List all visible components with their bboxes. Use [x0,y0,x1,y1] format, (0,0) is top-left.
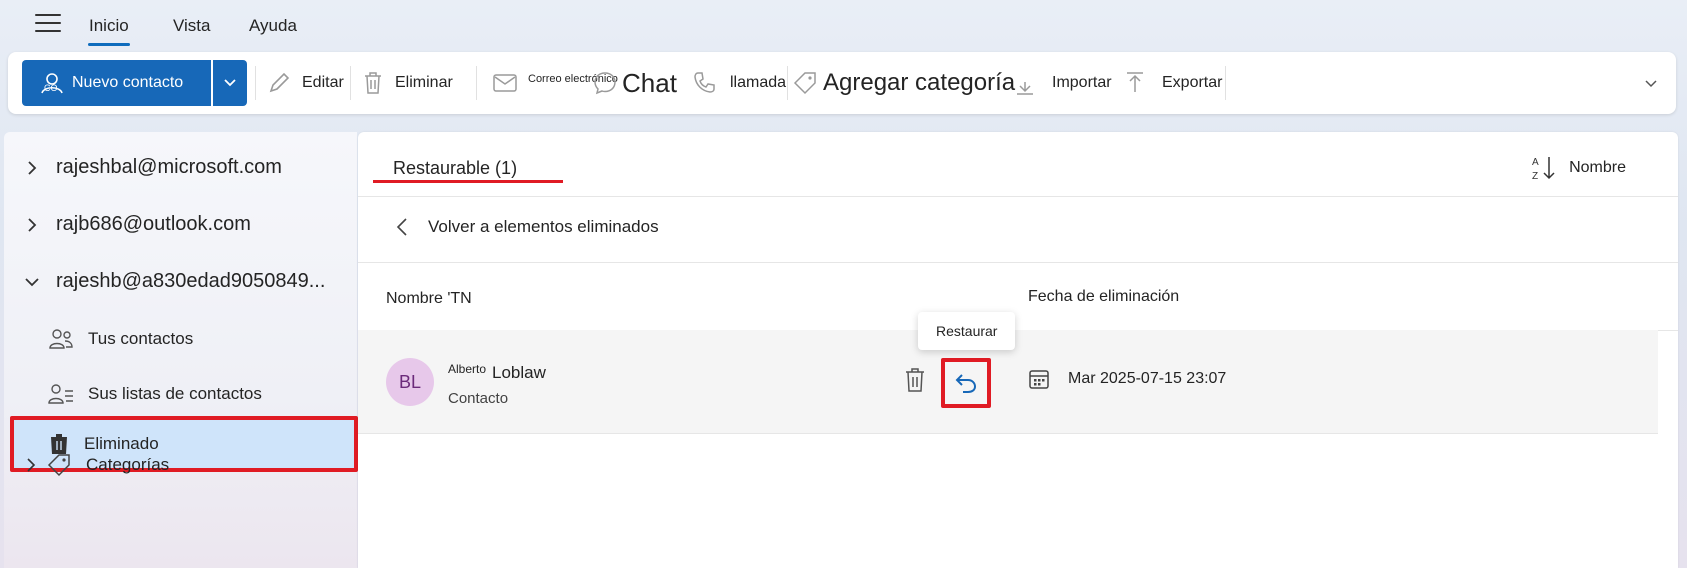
sidebar-item-label: Tus contactos [88,329,194,348]
tab-ayuda[interactable]: Ayuda [249,16,297,36]
sidebar-item-label: Sus listas de contactos [88,384,262,403]
svg-text:Z: Z [1532,171,1538,182]
ribbon-divider [476,66,477,100]
sidebar-item-label: Eliminado [84,434,159,453]
restore-tooltip: Restaurar [918,312,1016,350]
contact-type: Contacto [448,390,509,407]
chevron-down-icon [1645,80,1657,88]
sort-label: Nombre [1569,159,1626,176]
chevron-left-icon [396,218,407,236]
main-panel: Restaurable (1) A Z Nombre Volver a elem… [358,132,1678,568]
tab-inicio[interactable]: Inicio [88,16,130,46]
deleted-date: Mar 2025-07-15 23:07 [1068,370,1227,387]
new-contact-label: Nuevo contacto [72,74,184,91]
import-icon [1017,82,1033,95]
sidebar-account-3[interactable]: rajeshb@a830edad9050849... [24,270,325,293]
edit-label: Editar [302,74,344,91]
menu-bar: Inicio Vista Ayuda [0,0,1687,52]
sort-button[interactable]: A Z Nombre [1531,154,1626,182]
tab-restorable[interactable]: Restaurable (1) [393,158,517,179]
add-category-label: Agregar categoría [823,69,1016,96]
account-label: rajeshbal@microsoft.com [56,156,282,178]
export-icon [1127,72,1143,92]
column-header-name[interactable]: Nombre 'TN [386,290,472,308]
chevron-down-icon [224,79,236,87]
ribbon-toolbar: CO Nuevo contacto Editar Eliminar Correo… [8,52,1676,114]
chevron-down-icon [25,277,39,286]
contact-name: Loblaw [492,363,546,382]
back-label: Volver a elementos eliminados [428,217,659,236]
trash-icon [906,368,924,392]
ribbon-divider [350,66,351,100]
restore-button[interactable] [941,358,991,408]
chevron-right-icon [28,217,37,232]
divider [358,262,1678,263]
pencil-icon [269,72,290,93]
delete-label: Eliminar [395,74,453,91]
import-label: Importar [1052,74,1112,91]
tag-icon [47,454,70,477]
ribbon-divider [255,66,256,100]
contact-list-icon [48,384,73,404]
column-header-date[interactable]: Fecha de eliminación [1028,288,1179,306]
back-to-deleted-link[interactable]: Volver a elementos eliminados [396,217,659,237]
tag-icon [793,72,816,95]
sort-az-icon: A Z [1532,157,1555,182]
ribbon-expand-button[interactable] [1644,76,1658,94]
new-contact-button[interactable]: CO Nuevo contacto [22,60,211,106]
import-button[interactable]: Importar [1014,52,1112,114]
account-label: rajeshb@a830edad9050849... [56,270,326,292]
people-icon [49,329,73,349]
chat-icon [594,72,616,95]
svg-text:A: A [1532,157,1539,168]
sidebar-account-2[interactable]: rajb686@outlook.com [24,213,251,236]
sidebar-item-label: Categorías [86,455,170,474]
mail-icon [493,74,517,92]
call-button[interactable]: llamada [692,52,786,114]
sidebar-account-1[interactable]: rajeshbal@microsoft.com [24,156,282,179]
tab-vista[interactable]: Vista [173,16,211,36]
export-button[interactable]: Exportar [1124,52,1222,114]
chat-button[interactable]: Chat [594,52,677,114]
avatar: BL [386,358,434,406]
tab-highlight-underline [373,180,563,183]
ribbon-divider [787,66,788,100]
chevron-right-icon [27,458,36,472]
call-label: llamada [730,74,787,91]
edit-button[interactable]: Editar [266,52,344,114]
sidebar-item-categories[interactable]: Categorías [24,452,169,478]
hamburger-menu-icon[interactable] [35,14,61,34]
export-label: Exportar [1162,74,1223,91]
calendar-icon [1029,370,1049,389]
new-contact-dropdown[interactable] [213,60,247,106]
chat-label: Chat [622,67,677,98]
delete-button[interactable]: Eliminar [361,52,453,114]
add-category-button[interactable]: Agregar categoría [791,52,1015,114]
sidebar-item-your-contacts[interactable]: Tus contactos [48,327,193,351]
phone-icon [694,72,715,93]
account-label: rajb686@outlook.com [56,213,251,235]
ribbon-divider [1225,66,1226,100]
new-contact-icon: CO [41,73,63,94]
permanent-delete-button[interactable] [903,366,927,399]
chevron-right-icon [28,160,37,175]
contact-prefix: Alberto [448,362,487,376]
divider [358,196,1678,197]
sidebar: rajeshbal@microsoft.com rajb686@outlook.… [4,132,358,568]
svg-text:CO: CO [44,83,58,93]
sidebar-item-contact-lists[interactable]: Sus listas de contactos [48,382,262,406]
undo-icon [955,374,977,393]
trash-icon [365,72,381,94]
